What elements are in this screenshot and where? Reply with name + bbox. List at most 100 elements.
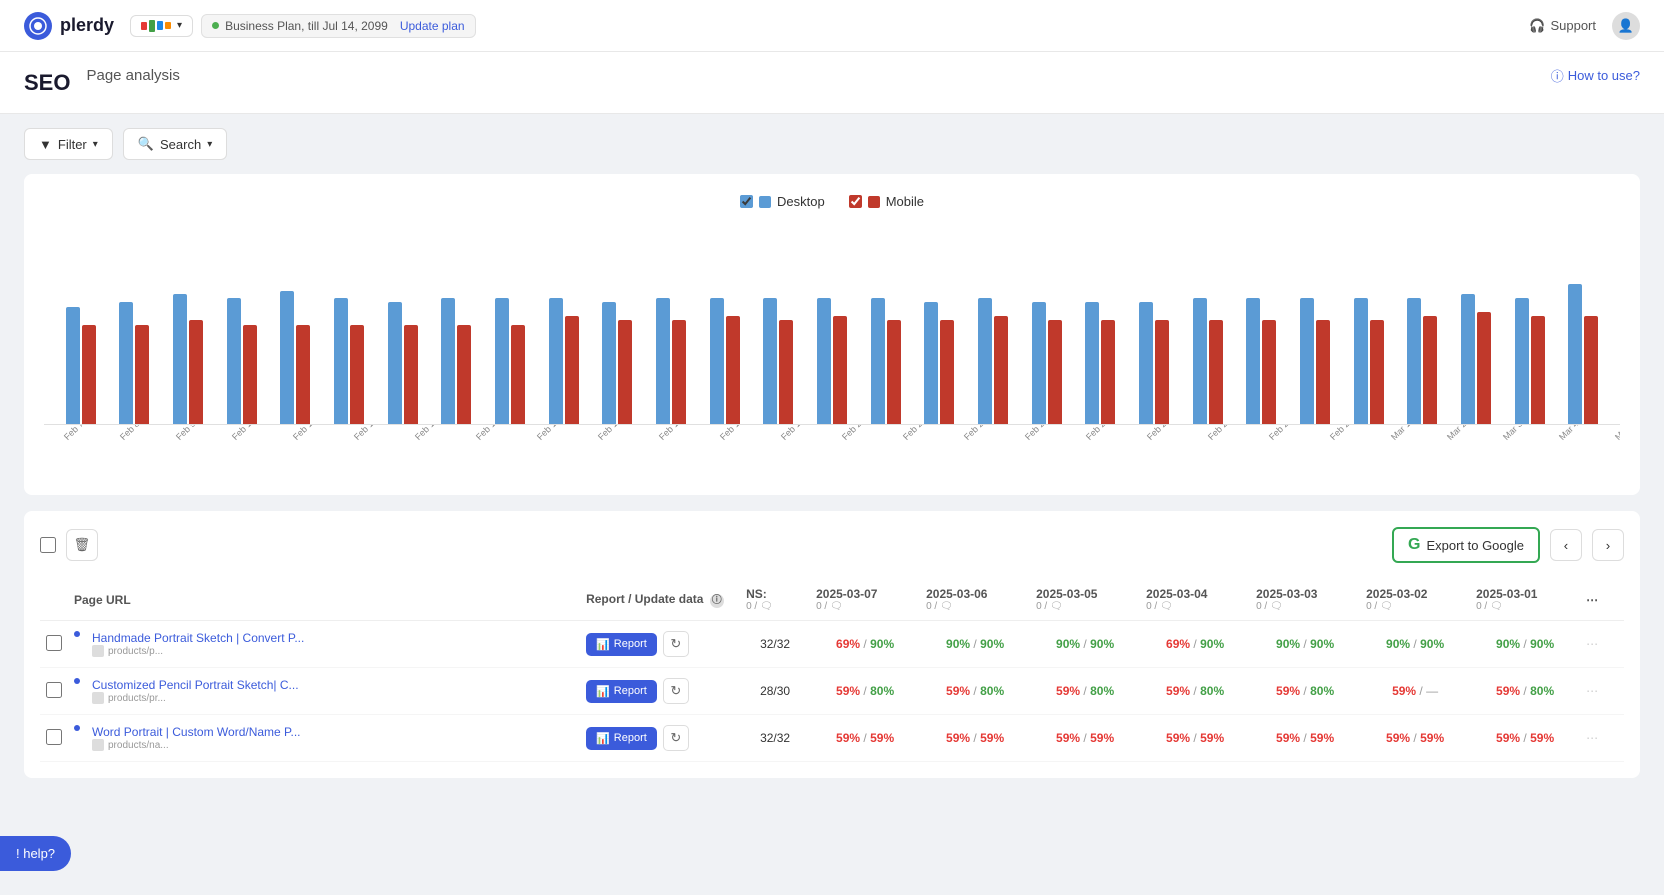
row-url-title[interactable]: Customized Pencil Portrait Sketch| C... xyxy=(92,678,299,692)
bar-desktop xyxy=(1193,298,1207,424)
delete-button[interactable]: 🗑 xyxy=(66,529,98,561)
how-to-use-label: How to use? xyxy=(1568,68,1640,83)
chart-group xyxy=(913,302,967,424)
score-val: 80% xyxy=(980,684,1004,698)
help-button[interactable]: ! help? xyxy=(0,836,71,871)
bar-mobile xyxy=(457,325,471,424)
bar-desktop xyxy=(1568,284,1582,424)
report-button[interactable]: 📊 Report xyxy=(586,633,657,656)
trash-icon: 🗑 xyxy=(74,537,91,553)
chart-date-label: Feb 19, 2025 xyxy=(779,425,852,470)
chevron-left-icon: ‹ xyxy=(1564,538,1568,553)
chart-group xyxy=(269,291,323,424)
score-val: 90% xyxy=(1090,637,1114,651)
plan-status-dot xyxy=(212,22,219,29)
toolbar: ▼ Filter ▾ 🔍 Search ▾ xyxy=(0,114,1664,174)
score-val: 80% xyxy=(1200,684,1224,698)
bar-desktop xyxy=(871,298,885,424)
chevron-right-icon: › xyxy=(1606,538,1610,553)
col-url-header: Page URL xyxy=(68,579,580,621)
chart-group xyxy=(54,307,108,424)
app-header: plerdy ▾ Business Plan, till Jul 14, 209… xyxy=(0,0,1664,52)
headphones-icon: 🎧 xyxy=(1529,18,1545,34)
chart-labels: Feb 7, 2025Feb 8, 2025Feb 9, 2025Feb 10,… xyxy=(44,425,1620,485)
col-report-header: Report / Update data ⓘ xyxy=(580,579,740,621)
filter-button[interactable]: ▼ Filter ▾ xyxy=(24,128,113,160)
chart-group xyxy=(859,298,913,424)
more-icon[interactable]: ⋯ xyxy=(1586,637,1598,651)
bar-desktop xyxy=(1085,302,1099,424)
refresh-icon: ↻ xyxy=(670,683,681,699)
user-icon: 👤 xyxy=(1618,18,1634,34)
chart-group xyxy=(752,298,806,424)
export-to-google-button[interactable]: G Export to Google xyxy=(1392,527,1540,563)
score-val: 90% xyxy=(1496,637,1520,651)
chart-date-label: Feb 25, 2025 xyxy=(1145,425,1218,470)
chart-date-label: Feb 15, 2025 xyxy=(535,425,608,470)
bar-desktop xyxy=(978,298,992,424)
chart-group xyxy=(1449,294,1503,424)
row-more[interactable]: ⋯ xyxy=(1580,715,1624,762)
row-url-path: products/na... xyxy=(92,739,301,751)
bar-mobile xyxy=(1209,320,1223,424)
user-avatar-button[interactable]: 👤 xyxy=(1612,12,1640,40)
bar-mobile xyxy=(189,320,203,424)
bar-desktop xyxy=(1354,298,1368,424)
row-more[interactable]: ⋯ xyxy=(1580,621,1624,668)
ns-value: 32/32 xyxy=(760,637,790,651)
chart-date-label: Feb 24, 2025 xyxy=(1084,425,1157,470)
bar-mobile xyxy=(1370,320,1384,424)
row-checkbox-3[interactable] xyxy=(46,729,62,745)
more-icon[interactable]: ⋯ xyxy=(1586,731,1598,745)
score-val: 59% xyxy=(836,684,860,698)
support-button[interactable]: 🎧 Support xyxy=(1529,18,1596,34)
next-page-button[interactable]: › xyxy=(1592,529,1624,561)
mobile-checkbox[interactable] xyxy=(849,195,862,208)
select-all-checkbox[interactable] xyxy=(40,537,56,553)
desktop-checkbox[interactable] xyxy=(740,195,753,208)
row-url-title[interactable]: Handmade Portrait Sketch | Convert P... xyxy=(92,631,304,645)
refresh-button[interactable]: ↻ xyxy=(663,678,689,704)
update-plan-link[interactable]: Update plan xyxy=(400,19,465,33)
logo-text: plerdy xyxy=(60,15,114,36)
bar-desktop xyxy=(710,298,724,424)
score-val: — xyxy=(1426,684,1438,698)
bar-mobile xyxy=(511,325,525,424)
row-more[interactable]: ⋯ xyxy=(1580,668,1624,715)
chart-date-label: Feb 12, 2025 xyxy=(352,425,425,470)
search-button[interactable]: 🔍 Search ▾ xyxy=(123,128,227,160)
chart-group xyxy=(215,298,269,424)
refresh-button[interactable]: ↻ xyxy=(663,631,689,657)
score-val: 90% xyxy=(980,637,1004,651)
url-path-text: products/p... xyxy=(108,646,163,657)
row-url-path: products/pr... xyxy=(92,692,299,704)
row-checkbox-1[interactable] xyxy=(46,635,62,651)
prev-page-button[interactable]: ‹ xyxy=(1550,529,1582,561)
bar-mobile xyxy=(1316,320,1330,424)
bar-mobile xyxy=(1155,320,1169,424)
col-date4-header: 2025-03-04 0 / 🗨 xyxy=(1140,579,1250,621)
how-to-use-link[interactable]: ⓘ How to use? xyxy=(1551,66,1640,99)
row-url-title[interactable]: Word Portrait | Custom Word/Name P... xyxy=(92,725,301,739)
score-val: 90% xyxy=(1056,637,1080,651)
row-checkbox-2[interactable] xyxy=(46,682,62,698)
score-val: 59% xyxy=(836,731,860,745)
bar-mobile xyxy=(672,320,686,424)
chart-group xyxy=(1288,298,1342,424)
chart-wrapper: Feb 7, 2025Feb 8, 2025Feb 9, 2025Feb 10,… xyxy=(44,225,1620,485)
bar-mobile xyxy=(1048,320,1062,424)
mobile-color-dot xyxy=(868,196,880,208)
score-val: 59% xyxy=(1310,731,1334,745)
filter-icon: ▼ xyxy=(39,137,52,152)
refresh-button[interactable]: ↻ xyxy=(663,725,689,751)
report-button[interactable]: 📊 Report xyxy=(586,680,657,703)
chart-group xyxy=(1127,302,1181,424)
more-icon[interactable]: ⋯ xyxy=(1586,684,1598,698)
report-button[interactable]: 📊 Report xyxy=(586,727,657,750)
help-label: ! help? xyxy=(16,846,55,861)
report-info-icon[interactable]: ⓘ xyxy=(710,594,724,608)
score-val: 59% xyxy=(1420,731,1444,745)
chart-icon: 📊 xyxy=(596,638,610,651)
chart-group xyxy=(1503,298,1557,424)
website-selector[interactable]: ▾ xyxy=(130,15,193,37)
